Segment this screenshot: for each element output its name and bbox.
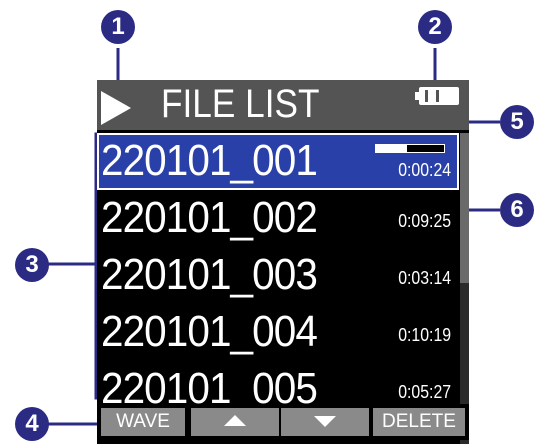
play-icon [101,91,131,125]
file-row[interactable]: 220101_002 0:09:25 [97,190,459,247]
file-name: 220101_002 [101,193,318,242]
callout-1: 1 [101,10,135,44]
wave-softkey[interactable]: WAVE [101,408,185,436]
file-name: 220101_004 [101,307,318,356]
file-duration: 0:03:14 [398,268,451,288]
file-duration: 0:00:24 [398,160,451,180]
callout-2: 2 [418,10,452,44]
file-duration: 0:09:25 [398,211,451,231]
playback-progress-bar [375,144,445,153]
down-softkey[interactable] [281,408,369,436]
callout-4: 4 [15,407,49,441]
file-row[interactable]: 220101_004 0:10:19 [97,304,459,361]
callout-6: 6 [500,193,534,227]
scrollbar[interactable] [460,133,469,444]
file-list: 220101_001 0:00:24 220101_002 0:09:25 22… [97,133,459,418]
softkey-bar: WAVE DELETE [97,404,469,440]
up-triangle-icon [224,414,246,426]
file-duration: 0:10:19 [398,325,451,345]
callout-5: 5 [500,105,534,139]
file-name: 220101_003 [101,250,318,299]
delete-softkey[interactable]: DELETE [373,408,465,436]
scrollbar-thumb[interactable] [460,133,469,283]
file-duration: 0:05:27 [398,382,451,402]
file-row-selected[interactable]: 220101_001 0:00:24 [97,133,459,190]
playback-progress-fill [376,145,407,152]
callout-3: 3 [15,248,49,282]
file-row[interactable]: 220101_003 0:03:14 [97,247,459,304]
screen-title: FILE LIST [161,82,320,126]
device-screen: FILE LIST 220101_001 0:00:24 220101_002 … [97,80,469,444]
up-softkey[interactable] [191,408,279,436]
title-bar: FILE LIST [97,80,469,130]
battery-icon [415,87,459,105]
down-triangle-icon [314,415,336,427]
file-name: 220101_001 [101,136,318,185]
